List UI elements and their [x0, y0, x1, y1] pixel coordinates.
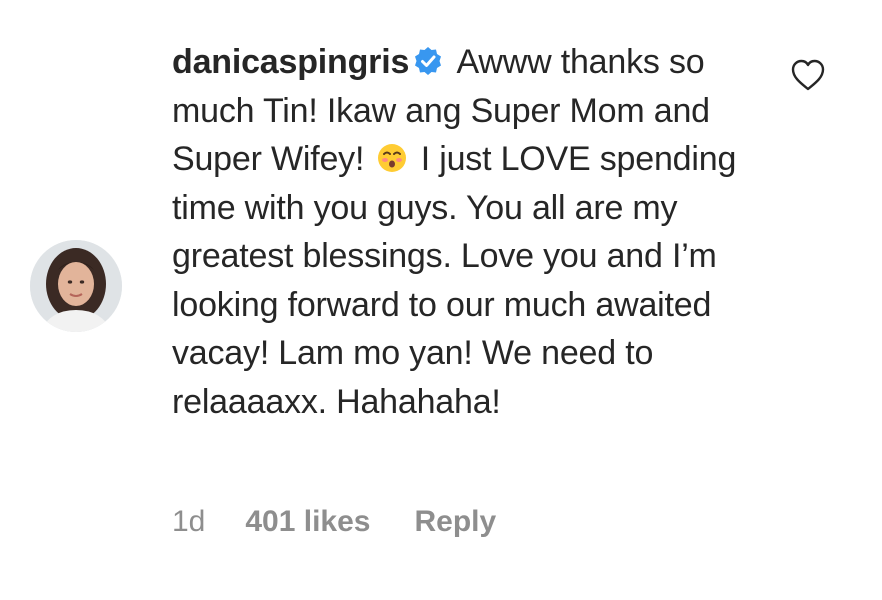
comment-timestamp[interactable]: 1d [172, 505, 205, 539]
heart-outline-icon[interactable] [790, 58, 826, 92]
avatar-image [30, 240, 122, 332]
avatar[interactable] [30, 240, 122, 332]
kissing-face-emoji-icon [377, 143, 407, 173]
comment-text-part2: I just LOVE spending time with you guys.… [172, 140, 737, 421]
comment-username[interactable]: danicaspingris [172, 43, 409, 81]
comment-body: danicaspingris Awww thanks so much Tin! … [172, 38, 762, 426]
comment-likes-count[interactable]: 401 likes [245, 505, 370, 539]
reply-button[interactable]: Reply [415, 505, 497, 539]
comment-meta: 1d 401 likes Reply [172, 505, 496, 539]
verified-badge-icon [413, 46, 443, 76]
